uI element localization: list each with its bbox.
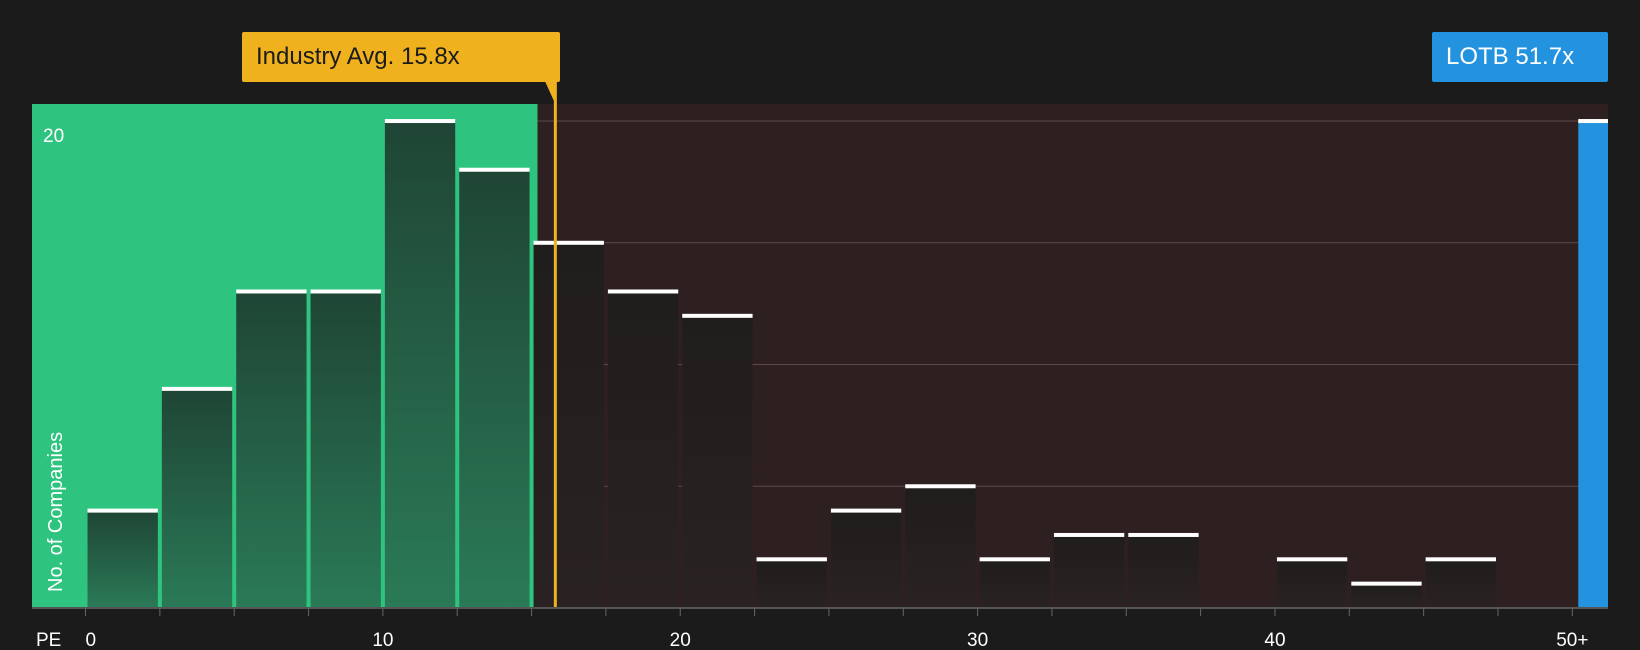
histogram-bar-cap: [1128, 532, 1199, 537]
histogram-bar-cap: [979, 557, 1050, 562]
histogram-bar-cap: [459, 167, 530, 172]
industry-average-callout: Industry Avg. 15.8x: [242, 32, 560, 82]
x-tick-label: 10: [372, 630, 393, 650]
histogram-bar-cap: [1425, 557, 1496, 562]
histogram-bar-cap: [607, 289, 679, 294]
histogram-bar: [1053, 534, 1125, 608]
histogram-bar: [607, 291, 679, 608]
histogram-bar-cap: [1053, 532, 1125, 537]
histogram-bar: [682, 315, 753, 608]
histogram-bar: [1351, 583, 1422, 608]
histogram-bar-cap: [905, 484, 976, 489]
histogram-bar-cap: [682, 313, 753, 318]
histogram-bar-cap: [1276, 557, 1348, 562]
x-tick-label: 40: [1264, 630, 1285, 650]
histogram-bar-cap: [384, 119, 456, 124]
histogram-bar: [87, 510, 158, 608]
x-tick-label: 30: [967, 630, 988, 650]
histogram-bar-cap: [236, 289, 307, 294]
histogram-bar: [236, 291, 307, 608]
histogram-bar-cap: [756, 557, 827, 562]
histogram-bar: [459, 169, 530, 608]
histogram-bar: [533, 242, 604, 609]
histogram-bar: [384, 121, 456, 608]
histogram-bar: [1276, 559, 1348, 608]
histogram-bar: [310, 291, 381, 608]
y-tick-label: 20: [43, 126, 64, 147]
histogram-bar: [905, 486, 976, 608]
x-axis-title: PE: [36, 630, 61, 650]
pe-distribution-chart: 0 10 20 30 40 50+ PE 20 No. of Companies: [0, 0, 1640, 650]
histogram-bar: [161, 388, 233, 608]
company-bar-cap: [1578, 119, 1608, 124]
histogram-bar: [756, 559, 827, 608]
x-tick-label: 50+: [1556, 630, 1588, 650]
company-pe-callout: LOTB 51.7x: [1432, 32, 1608, 82]
histogram-bar-cap: [830, 508, 902, 513]
histogram-bar-cap: [1351, 581, 1422, 586]
y-axis-title: No. of Companies: [45, 432, 67, 592]
histogram-bar-cap: [87, 508, 158, 513]
histogram-bar: [1128, 534, 1199, 608]
x-tick-label: 20: [670, 630, 691, 650]
histogram-bar-cap: [310, 289, 381, 294]
histogram-bar-cap: [533, 240, 604, 245]
histogram-bar: [1425, 559, 1496, 608]
x-tick-label: 0: [86, 630, 97, 650]
histogram-bar-cap: [161, 386, 233, 391]
histogram-bar: [979, 559, 1050, 608]
company-bar: [1578, 121, 1608, 608]
histogram-bar: [830, 510, 902, 608]
